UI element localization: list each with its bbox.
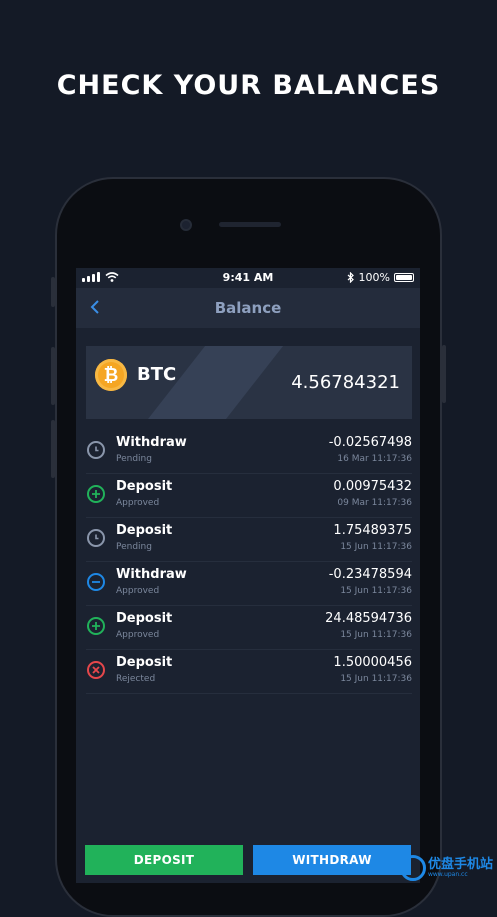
transaction-type: Withdraw	[116, 567, 187, 582]
minus-circle-icon	[87, 573, 105, 591]
transaction-status: Pending	[116, 542, 152, 552]
battery-icon	[394, 273, 414, 282]
transaction-row[interactable]: Deposit Approved 24.48594736 15 Jun 11:1…	[86, 606, 412, 650]
transaction-amount: -0.02567498	[328, 435, 412, 450]
transaction-date: 16 Mar 11:17:36	[337, 454, 412, 464]
watermark-text: 优盘手机站	[427, 857, 493, 872]
clock-icon	[87, 529, 105, 547]
status-right: 100%	[347, 271, 414, 284]
transaction-status: Rejected	[116, 674, 156, 684]
transaction-list: Withdraw Pending -0.02567498 16 Mar 11:1…	[86, 430, 412, 694]
transaction-amount: 24.48594736	[325, 611, 412, 626]
headline: CHECK YOUR BALANCES	[56, 70, 441, 101]
watermark-url: www.upan.cc	[427, 871, 468, 878]
transaction-row[interactable]: Withdraw Pending -0.02567498 16 Mar 11:1…	[86, 430, 412, 474]
watermark-text-group: 优盘手机站 www.upan.cc	[428, 858, 493, 878]
battery-percent: 100%	[358, 271, 390, 284]
app-screen: 9:41 AM 100% Balance ₿ BTC 4.56784321 Wi	[76, 268, 420, 883]
watermark: 优盘手机站 www.upan.cc	[399, 855, 493, 881]
phone-volume-up	[51, 347, 55, 405]
x-circle-icon	[87, 661, 105, 679]
transaction-row[interactable]: Deposit Rejected 1.50000456 15 Jun 11:17…	[86, 650, 412, 694]
transaction-amount: 1.75489375	[333, 523, 412, 538]
transaction-date: 15 Jun 11:17:36	[340, 586, 412, 596]
transaction-status: Approved	[116, 630, 160, 640]
transaction-type: Deposit	[116, 479, 173, 494]
speaker-grille	[219, 222, 281, 227]
watermark-logo-icon	[399, 855, 426, 881]
transaction-date: 15 Jun 11:17:36	[340, 630, 412, 640]
transaction-date: 15 Jun 11:17:36	[340, 674, 412, 684]
transaction-status: Approved	[116, 586, 160, 596]
phone-volume-down	[51, 420, 55, 478]
transaction-date: 09 Mar 11:17:36	[337, 498, 412, 508]
page-title: Balance	[214, 299, 282, 317]
status-bar: 9:41 AM 100%	[76, 268, 420, 288]
transaction-type: Withdraw	[116, 435, 187, 450]
transaction-type: Deposit	[116, 655, 173, 670]
withdraw-button[interactable]: WITHDRAW	[253, 845, 411, 875]
transaction-type: Deposit	[116, 611, 173, 626]
clock-icon	[87, 441, 105, 459]
balance-amount: 4.56784321	[291, 372, 400, 393]
transaction-amount: -0.23478594	[328, 567, 412, 582]
bitcoin-icon: ₿	[95, 359, 127, 391]
plus-circle-icon	[87, 617, 105, 635]
coin-name: BTC	[137, 364, 177, 385]
transaction-status: Pending	[116, 454, 152, 464]
plus-circle-icon	[87, 485, 105, 503]
camera-icon	[180, 219, 192, 231]
transaction-row[interactable]: Withdraw Approved -0.23478594 15 Jun 11:…	[86, 562, 412, 606]
transaction-type: Deposit	[116, 523, 173, 538]
balance-card[interactable]: ₿ BTC 4.56784321	[86, 346, 412, 419]
transaction-status: Approved	[116, 498, 160, 508]
transaction-row[interactable]: Deposit Pending 1.75489375 15 Jun 11:17:…	[86, 518, 412, 562]
bluetooth-icon	[347, 272, 354, 283]
transaction-amount: 0.00975432	[333, 479, 412, 494]
transaction-row[interactable]: Deposit Approved 0.00975432 09 Mar 11:17…	[86, 474, 412, 518]
transaction-date: 15 Jun 11:17:36	[340, 542, 412, 552]
deposit-button[interactable]: DEPOSIT	[85, 845, 243, 875]
nav-bar: Balance	[76, 288, 420, 328]
phone-power-button	[442, 345, 446, 403]
transaction-amount: 1.50000456	[333, 655, 412, 670]
phone-side-button	[51, 277, 55, 307]
